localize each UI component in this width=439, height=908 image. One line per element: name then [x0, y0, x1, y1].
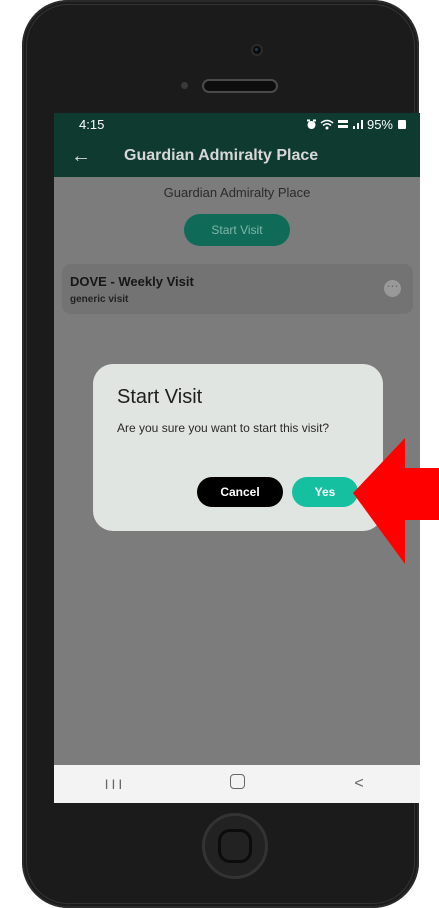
- dialog-title: Start Visit: [117, 386, 203, 408]
- front-camera: [253, 46, 261, 54]
- app-bar: ← Guardian Admiralty Place: [54, 137, 420, 177]
- status-icons: 95%: [306, 117, 406, 132]
- home-nav-button[interactable]: [217, 774, 257, 794]
- cancel-button[interactable]: Cancel: [197, 477, 283, 507]
- earpiece-speaker: [202, 79, 278, 93]
- yes-button[interactable]: Yes: [292, 477, 358, 507]
- android-nav-bar: III <: [54, 765, 420, 803]
- volte-icon: [337, 120, 348, 128]
- dialog-message: Are you sure you want to start this visi…: [117, 421, 330, 435]
- recent-apps-button[interactable]: III: [95, 776, 135, 792]
- arrow-left-icon[interactable]: ←: [71, 145, 91, 167]
- location-name: Guardian Admiralty Place: [163, 185, 311, 200]
- alarm-icon: [306, 119, 316, 129]
- hardware-home-button[interactable]: [202, 813, 268, 879]
- start-visit-button[interactable]: Start Visit: [184, 214, 290, 246]
- status-bar: 4:15 95%: [54, 113, 420, 137]
- more-horizontal-icon[interactable]: ⋯: [384, 280, 401, 297]
- home-icon: [229, 774, 245, 789]
- wifi-icon: [320, 119, 334, 130]
- back-nav-button[interactable]: <: [339, 775, 379, 793]
- app-bar-title: Guardian Admiralty Place: [124, 147, 319, 164]
- start-visit-dialog: Start Visit Are you sure you want to sta…: [93, 364, 383, 531]
- proximity-sensor: [181, 82, 188, 89]
- red-pointer-arrow-icon: [353, 438, 439, 564]
- visit-subtitle: generic visit: [70, 294, 129, 305]
- visit-title: DOVE - Weekly Visit: [70, 274, 194, 289]
- battery-percent: 95%: [366, 117, 393, 132]
- signal-icon: [352, 120, 363, 129]
- status-time: 4:15: [79, 117, 105, 132]
- visit-card[interactable]: DOVE - Weekly Visit generic visit ⋯: [62, 264, 413, 314]
- battery-icon: [398, 120, 406, 129]
